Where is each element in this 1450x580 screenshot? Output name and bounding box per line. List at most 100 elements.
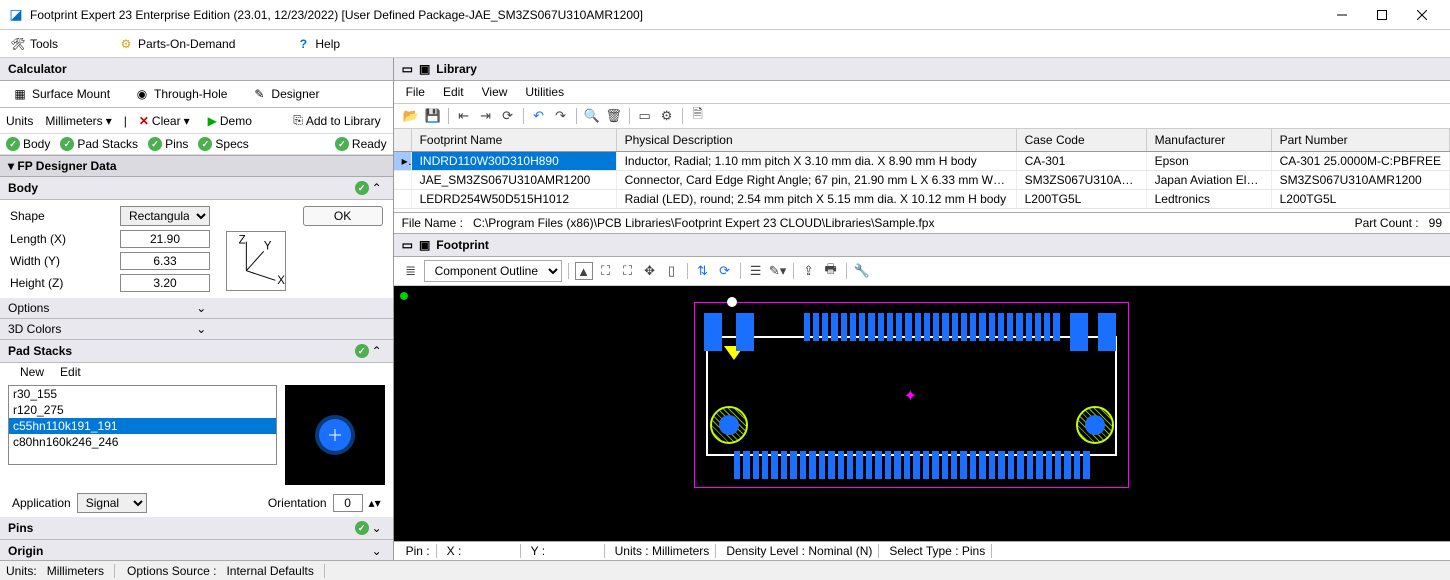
pad[interactable] (1017, 451, 1023, 479)
pad[interactable] (804, 313, 810, 341)
pad[interactable] (1083, 451, 1089, 479)
tab-through-hole[interactable]: ◉ Through-Hole (122, 81, 239, 107)
rotate-icon[interactable]: ⟳ (716, 262, 734, 280)
pad[interactable] (960, 451, 966, 479)
layers-icon[interactable]: ≣ (402, 262, 420, 280)
delete-icon[interactable]: 🗑 (605, 107, 623, 125)
add-to-library-button[interactable]: ⎘ Add to Library (287, 111, 386, 130)
3d-icon[interactable]: ▭ (636, 107, 654, 125)
fp-designer-data-header[interactable]: ▾ FP Designer Data (0, 155, 393, 177)
pad[interactable] (1055, 451, 1061, 479)
tools-menu[interactable]: 🛠 Tools (10, 36, 58, 52)
help-menu[interactable]: ? Help (295, 36, 340, 52)
restore-icon[interactable]: ▣ (419, 238, 430, 252)
redo-icon[interactable]: ↷ (552, 107, 570, 125)
col-case-code[interactable]: Case Code (1017, 129, 1147, 151)
pad[interactable] (952, 313, 958, 341)
pad[interactable] (894, 451, 900, 479)
parts-on-demand-menu[interactable]: ⚙ Parts-On-Demand (118, 36, 235, 52)
padstack-edit[interactable]: Edit (60, 365, 81, 379)
col-footprint-name[interactable]: Footprint Name (412, 129, 617, 151)
pad[interactable] (885, 451, 891, 479)
shape-select[interactable]: Rectangular (120, 206, 210, 226)
open-icon[interactable]: 📂 (402, 107, 420, 125)
pad[interactable] (813, 313, 819, 341)
pad[interactable] (1026, 313, 1032, 341)
pad[interactable] (859, 313, 865, 341)
pad[interactable] (866, 451, 872, 479)
units-dropdown[interactable]: Millimeters ▾ (39, 112, 117, 130)
options-row[interactable]: Options⌄ (0, 298, 393, 319)
menu-file[interactable]: File (406, 85, 425, 99)
pad[interactable] (790, 451, 796, 479)
pad[interactable] (822, 313, 828, 341)
pad[interactable] (913, 451, 919, 479)
pad[interactable] (1007, 313, 1013, 341)
pad[interactable] (828, 451, 834, 479)
pad[interactable] (970, 451, 976, 479)
minimize-icon[interactable]: ▭ (402, 62, 413, 76)
padstack-item[interactable]: c80hn160k246_246 (9, 434, 276, 450)
pad[interactable] (989, 451, 995, 479)
col-part-number[interactable]: Part Number (1272, 129, 1450, 151)
pad[interactable] (1016, 313, 1022, 341)
pad[interactable] (800, 451, 806, 479)
minimize-icon[interactable]: ▭ (402, 238, 413, 252)
zoom-fit-icon[interactable]: ⛶ (597, 262, 615, 280)
ok-button[interactable]: OK (303, 206, 383, 226)
col-physical-description[interactable]: Physical Description (617, 129, 1017, 151)
pad[interactable] (704, 313, 722, 351)
flip-icon[interactable]: ⇅ (694, 262, 712, 280)
pad[interactable] (743, 451, 749, 479)
body-section-header[interactable]: Body ✓ ⌃ (0, 177, 393, 200)
footprint-canvas[interactable]: ✦ (394, 286, 1450, 541)
search-icon[interactable]: 🔍 (583, 107, 601, 125)
menu-utilities[interactable]: Utilities (525, 85, 564, 99)
pad[interactable] (933, 313, 939, 341)
check-pad-stacks[interactable]: ✓Pad Stacks (60, 137, 138, 151)
pad[interactable] (998, 313, 1004, 341)
clear-button[interactable]: ✕ Clear ▾ (133, 112, 196, 130)
menu-view[interactable]: View (482, 85, 508, 99)
application-select[interactable]: Signal (77, 493, 147, 513)
pad[interactable] (809, 451, 815, 479)
check-specs[interactable]: ✓Specs (198, 137, 248, 151)
restore-icon[interactable]: ▣ (419, 62, 430, 76)
pad[interactable] (819, 451, 825, 479)
zoom-window-icon[interactable]: ⛶ (619, 262, 637, 280)
export-icon[interactable]: ⇥ (477, 107, 495, 125)
demo-button[interactable]: ▶ Demo (202, 112, 258, 130)
pad[interactable] (762, 451, 768, 479)
pad[interactable] (1070, 313, 1088, 351)
upload-icon[interactable]: ⇪ (800, 262, 818, 280)
pad[interactable] (896, 313, 902, 341)
pad[interactable] (1035, 313, 1041, 341)
pad[interactable] (856, 451, 862, 479)
pad[interactable] (932, 451, 938, 479)
menu-edit[interactable]: Edit (443, 85, 464, 99)
stepper-icon[interactable]: ▴▾ (369, 496, 381, 510)
pad[interactable] (841, 313, 847, 341)
pad[interactable] (771, 451, 777, 479)
pad[interactable] (979, 451, 985, 479)
padstack-item[interactable]: r30_155 (9, 386, 276, 402)
pad[interactable] (1036, 451, 1042, 479)
pad[interactable] (904, 451, 910, 479)
check-body[interactable]: ✓Body (6, 137, 50, 151)
check-pins[interactable]: ✓Pins (148, 137, 188, 151)
colors-row[interactable]: 3D Colors⌄ (0, 319, 393, 340)
pad[interactable] (734, 451, 740, 479)
grid-row[interactable]: JAE_SM3ZS067U310AMR1200 Connector, Card … (394, 171, 1450, 190)
pad[interactable] (915, 313, 921, 341)
pad[interactable] (887, 313, 893, 341)
pad[interactable] (1053, 313, 1059, 341)
layer-combo[interactable]: Component Outline (424, 260, 562, 282)
save-icon[interactable]: 💾 (424, 107, 442, 125)
pad[interactable] (1046, 451, 1052, 479)
pad[interactable] (878, 313, 884, 341)
pad[interactable] (998, 451, 1004, 479)
tab-surface-mount[interactable]: ▦ Surface Mount (0, 81, 122, 107)
pad[interactable] (923, 451, 929, 479)
doc-icon[interactable]: 🗎 (689, 107, 707, 125)
minimize-button[interactable] (1322, 1, 1362, 29)
